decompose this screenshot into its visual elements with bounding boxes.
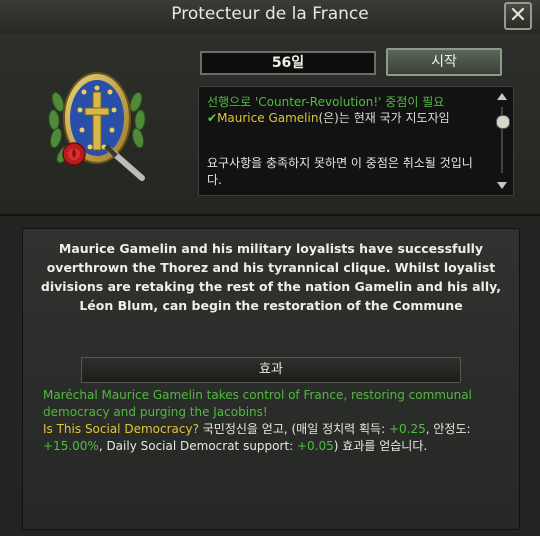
focus-window: Protecteur de la France ✕ 56일 시작 선행으로 'C… [0, 0, 540, 536]
effect-line-1: Maréchal Maurice Gamelin takes control o… [43, 388, 472, 419]
idea-text-a: 국민정신을 얻고, (매일 정치력 획득: [198, 422, 389, 436]
rose [62, 142, 86, 166]
scroll-up-icon[interactable] [497, 93, 507, 100]
check-icon: ✔ [207, 111, 218, 125]
bypass-text: 요구사항을 충족하지 못하면 이 중점은 취소될 것입니다. [207, 156, 473, 187]
sword [104, 144, 145, 181]
title-bar: Protecteur de la France ✕ [0, 0, 540, 35]
window-title: Protecteur de la France [171, 4, 369, 24]
requirements-scrollbar[interactable] [496, 93, 510, 189]
effects-header: 효과 [81, 357, 461, 383]
idea-text-d: ) 효과를 얻습니다. [333, 439, 428, 453]
idea-text-b: , 안정도: [425, 422, 471, 436]
idea-text-c: , Daily Social Democrat support: [98, 439, 297, 453]
start-focus-button[interactable]: 시작 [386, 48, 502, 76]
effect-line-2: Is This Social Democracy? 국민정신을 얻고, (매일 … [43, 421, 503, 455]
focus-days-counter: 56일 [200, 51, 376, 75]
idea-name: Is This Social Democracy? [43, 422, 199, 436]
stability-value: +15.00% [43, 439, 99, 453]
prerequisite-text: 선행으로 'Counter-Revolution!' 중점이 필요 [207, 95, 445, 109]
focus-description-panel: Maurice Gamelin and his military loyalis… [22, 228, 520, 530]
requirements-box: 선행으로 'Counter-Revolution!' 중점이 필요 ✔Mauri… [198, 86, 514, 196]
effects-list: Maréchal Maurice Gamelin takes control o… [43, 387, 503, 455]
scroll-down-icon[interactable] [497, 182, 507, 189]
leader-suffix: (은)는 현재 국가 지도자임 [318, 111, 450, 125]
close-button[interactable]: ✕ [504, 2, 532, 30]
support-value: +0.05 [297, 439, 334, 453]
leader-requirement: ✔Maurice Gamelin(은)는 현재 국가 지도자임 [207, 109, 450, 126]
focus-emblem-icon [48, 72, 146, 181]
political-power-value: +0.25 [388, 422, 426, 436]
focus-description: Maurice Gamelin and his military loyalis… [40, 241, 502, 313]
scroll-thumb[interactable] [496, 115, 510, 129]
leader-name: Maurice Gamelin [217, 111, 319, 125]
